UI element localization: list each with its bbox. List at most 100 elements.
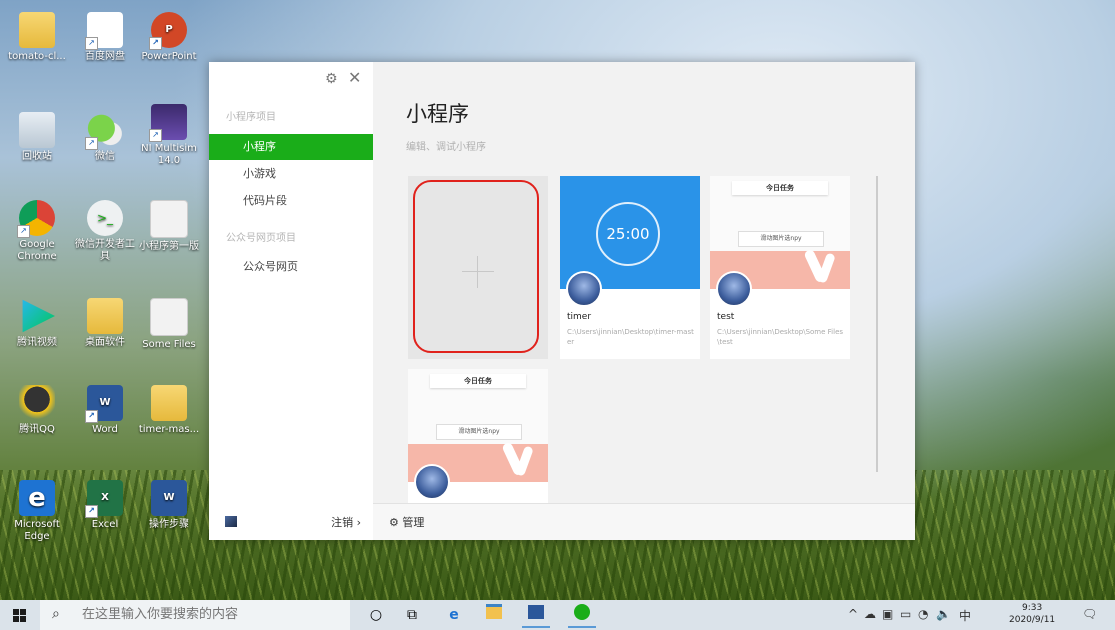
- wechat-devtools-window: 小程序项目 小程序 小游戏 代码片段 公众号网页项目 公众号网页 注销 › 小程…: [209, 62, 915, 540]
- project-card-timer[interactable]: 25:00 timer C:\Users\jinnian\Desktop\tim…: [560, 176, 700, 359]
- search-icon: ⌕: [52, 606, 60, 622]
- onedrive-icon[interactable]: ☁: [864, 607, 876, 621]
- project-card-test[interactable]: 今日任务 滑动图片选npy test C:\Users\jinnian\Desk…: [710, 176, 850, 359]
- sidebar-item-official-account-webpage[interactable]: 公众号网页: [209, 254, 373, 280]
- new-project-card[interactable]: [408, 176, 548, 359]
- desktop-icon-desktop-software[interactable]: 桌面软件: [73, 298, 137, 349]
- taskbar-clock[interactable]: 9:33 2020/9/11: [1009, 602, 1055, 626]
- clock-time: 9:33: [1021, 603, 1043, 613]
- manage-label: 管理: [402, 516, 425, 529]
- desktop-icon-chrome[interactable]: ↗ Google Chrome: [5, 200, 69, 263]
- desktop-icon-mini-program-v1[interactable]: 小程序第一版: [137, 200, 201, 253]
- desktop-icon-multisim[interactable]: ↗ NI Multisim 14.0: [137, 104, 201, 167]
- wechat-tray-icon[interactable]: ▣: [882, 607, 893, 621]
- desktop-icon-edge[interactable]: e Microsoft Edge: [5, 480, 69, 543]
- sidebar-item-mini-program[interactable]: 小程序: [209, 134, 373, 160]
- desktop-icon-wechat-devtools[interactable]: >_ 微信开发者工具: [73, 200, 137, 263]
- clock-date: 2020/9/11: [1009, 615, 1056, 625]
- volume-mute-icon[interactable]: 🔈: [936, 607, 951, 621]
- word-doc-icon: W: [151, 480, 187, 516]
- desktop-icon-qq[interactable]: 腾讯QQ: [5, 385, 69, 436]
- desktop-icon-word[interactable]: W ↗ Word: [73, 385, 137, 436]
- project-card-untitled[interactable]: 今日任务 滑动图片选npy: [408, 369, 548, 504]
- desktop-icon-tencent-video[interactable]: 腾讯视频: [5, 298, 69, 349]
- taskbar-search[interactable]: ⌕: [40, 600, 350, 630]
- thumbnail-button: 滑动图片选npy: [738, 231, 824, 247]
- folder-icon: [19, 12, 55, 48]
- powerpoint-icon: P ↗: [149, 12, 187, 50]
- cortana-icon[interactable]: ○: [362, 604, 390, 626]
- document-icon: [150, 298, 188, 336]
- project-path: C:\Users\jinnian\Desktop\Some Files\test: [717, 328, 844, 346]
- recycle-bin-icon: [19, 112, 55, 148]
- desktop-icon-recycle-bin[interactable]: 回收站: [5, 112, 69, 163]
- page-subtitle: 编辑、调试小程序: [406, 142, 486, 153]
- highlight-annotation: [413, 180, 539, 353]
- multisim-icon: ↗: [149, 104, 187, 142]
- sidebar: 小程序项目 小程序 小游戏 代码片段 公众号网页项目 公众号网页 注销 ›: [209, 62, 373, 540]
- thumbnail-button: 滑动图片选npy: [436, 424, 522, 440]
- project-path: C:\Users\jinnian\Desktop\timer-master: [567, 328, 694, 346]
- baidu-netdisk-icon: ↗: [85, 12, 123, 50]
- excel-icon: X ↗: [85, 480, 123, 518]
- edge-icon: e: [19, 480, 55, 516]
- gear-icon: ⚙: [389, 516, 399, 529]
- main-panel: 小程序 编辑、调试小程序 25:00 timer C:\Users\jinnia…: [373, 62, 915, 540]
- timer-thumbnail-text: 25:00: [596, 202, 660, 266]
- thumbnail-header: 今日任务: [430, 374, 526, 388]
- taskbar: ⌕ ○ ⧉ e ^ ☁ ▣ ▭ ◔ 🔈 中 9:33 2020/9/11 🗨: [0, 600, 1115, 630]
- sidebar-item-code-snippets[interactable]: 代码片段: [209, 188, 373, 214]
- scrollbar[interactable]: [876, 176, 878, 472]
- bunny-icon: [504, 440, 534, 482]
- word-taskbar-icon[interactable]: [522, 604, 550, 628]
- main-footer: ⚙ 管理: [373, 503, 915, 540]
- bunny-icon: [806, 247, 836, 289]
- tencent-video-icon: [22, 299, 55, 333]
- settings-gear-icon[interactable]: ⚙: [325, 71, 338, 87]
- chrome-icon: ↗: [17, 200, 55, 238]
- desktop-icon-timer-master[interactable]: timer-mas...: [137, 385, 201, 436]
- section-label-mini-program-projects: 小程序项目: [226, 112, 276, 123]
- close-icon[interactable]: ✕: [348, 68, 361, 87]
- start-button[interactable]: [0, 600, 40, 630]
- wifi-icon[interactable]: ◔: [918, 607, 928, 621]
- ime-indicator[interactable]: 中: [959, 607, 971, 624]
- desktop-icon-tomato[interactable]: tomato-cl...: [5, 12, 69, 63]
- task-view-icon[interactable]: ⧉: [398, 604, 426, 626]
- avatar[interactable]: [225, 516, 237, 527]
- manage-button[interactable]: ⚙ 管理: [389, 514, 424, 530]
- tray-chevron-icon[interactable]: ^: [848, 607, 858, 621]
- edge-taskbar-icon[interactable]: e: [440, 604, 468, 626]
- file-explorer-icon[interactable]: [480, 604, 508, 626]
- desktop-icon-excel[interactable]: X ↗ Excel: [73, 480, 137, 531]
- section-label-official-account-projects: 公众号网页项目: [226, 233, 296, 244]
- project-avatar: [716, 271, 752, 307]
- desktop-icon-some-files[interactable]: Some Files: [137, 298, 201, 351]
- project-avatar: [566, 271, 602, 307]
- folder-icon: [151, 385, 187, 421]
- sidebar-item-mini-game[interactable]: 小游戏: [209, 161, 373, 187]
- word-icon: W ↗: [85, 385, 123, 423]
- logout-button[interactable]: 注销 ›: [331, 514, 361, 530]
- wechat-icon: ↗: [85, 112, 123, 150]
- project-name: timer: [567, 312, 592, 322]
- battery-icon[interactable]: ▭: [900, 607, 911, 621]
- desktop-icon-baidu-netdisk[interactable]: ↗ 百度网盘: [73, 12, 137, 63]
- desktop-icon-wechat[interactable]: ↗ 微信: [73, 112, 137, 163]
- document-icon: [150, 200, 188, 238]
- thumbnail-header: 今日任务: [732, 181, 828, 195]
- folder-icon: [87, 298, 123, 334]
- project-avatar: [414, 464, 450, 500]
- search-input[interactable]: [80, 606, 344, 623]
- wechat-devtools-icon: >_: [87, 200, 123, 236]
- wechat-devtools-taskbar-icon[interactable]: [568, 604, 596, 628]
- page-title: 小程序: [406, 102, 469, 126]
- desktop-icon-steps-doc[interactable]: W 操作步骤: [137, 480, 201, 531]
- project-name: test: [717, 312, 735, 322]
- notification-icon[interactable]: 🗨: [1082, 607, 1097, 621]
- desktop-icon-powerpoint[interactable]: P ↗ PowerPoint: [137, 12, 201, 63]
- windows-logo-icon: [13, 609, 19, 615]
- qq-icon: [19, 385, 55, 421]
- sidebar-footer: 注销 ›: [209, 504, 373, 540]
- window-top-controls: ⚙ ✕: [325, 68, 361, 87]
